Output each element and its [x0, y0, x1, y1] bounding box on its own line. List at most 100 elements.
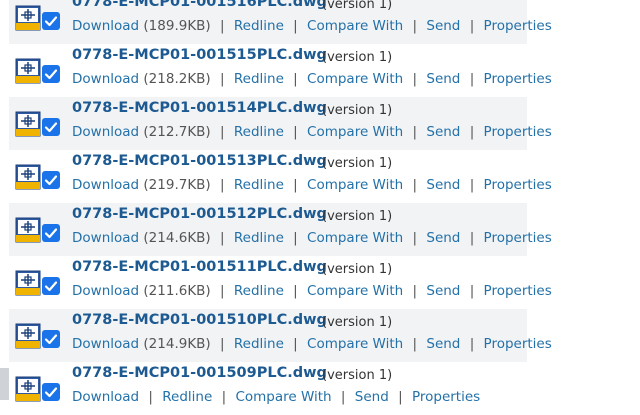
send-link[interactable]: Send	[355, 389, 389, 405]
file-size: (214.9KB)	[143, 336, 211, 352]
separator: |	[340, 389, 346, 405]
properties-link[interactable]: Properties	[484, 18, 552, 34]
download-link[interactable]: Download	[72, 230, 139, 246]
file-name-link[interactable]: 0778-E-MCP01-001516PLC.dwg	[72, 0, 327, 10]
send-link[interactable]: Send	[426, 283, 460, 299]
version-label: (version 1)	[322, 103, 393, 118]
send-link[interactable]: Send	[426, 124, 460, 140]
select-checkbox[interactable]	[42, 277, 60, 295]
redline-link[interactable]: Redline	[162, 389, 212, 405]
download-link[interactable]: Download	[72, 389, 139, 405]
file-name-link[interactable]: 0778-E-MCP01-001514PLC.dwg	[72, 100, 327, 116]
redline-link[interactable]: Redline	[234, 124, 284, 140]
separator: |	[469, 336, 475, 352]
properties-link[interactable]: Properties	[412, 389, 480, 405]
compare-with-link[interactable]: Compare With	[307, 336, 403, 352]
send-link[interactable]: Send	[426, 71, 460, 87]
file-actions: Download (214.9KB) | Redline | Compare W…	[72, 336, 552, 352]
check-icon	[44, 69, 58, 80]
compare-with-link[interactable]: Compare With	[307, 177, 403, 193]
separator: |	[412, 283, 418, 299]
redline-link[interactable]: Redline	[234, 283, 284, 299]
properties-link[interactable]: Properties	[484, 283, 552, 299]
separator: |	[293, 336, 298, 352]
dwg-file-icon	[15, 5, 41, 31]
separator: |	[148, 389, 153, 405]
version-label: (version 1)	[322, 262, 393, 277]
file-size: (212.7KB)	[143, 124, 211, 140]
file-name-link[interactable]: 0778-E-MCP01-001512PLC.dwg	[72, 206, 327, 222]
file-name-link[interactable]: 0778-E-MCP01-001513PLC.dwg	[72, 153, 327, 169]
select-checkbox[interactable]	[42, 12, 60, 30]
select-checkbox[interactable]	[42, 65, 60, 83]
separator: |	[412, 230, 418, 246]
file-name-link[interactable]: 0778-E-MCP01-001511PLC.dwg	[72, 259, 327, 275]
send-link[interactable]: Send	[426, 230, 460, 246]
dwg-file-icon	[15, 376, 41, 402]
file-actions: Download (218.2KB) | Redline | Compare W…	[72, 71, 552, 87]
send-link[interactable]: Send	[426, 336, 460, 352]
send-link[interactable]: Send	[426, 177, 460, 193]
separator: |	[469, 177, 475, 193]
download-link[interactable]: Download	[72, 336, 139, 352]
dwg-file-icon	[15, 58, 41, 84]
separator: |	[220, 71, 225, 87]
separator: |	[293, 124, 298, 140]
check-icon	[44, 175, 58, 186]
redline-link[interactable]: Redline	[234, 177, 284, 193]
redline-link[interactable]: Redline	[234, 230, 284, 246]
file-size: (211.6KB)	[143, 283, 211, 299]
compare-with-link[interactable]: Compare With	[307, 71, 403, 87]
select-checkbox[interactable]	[42, 118, 60, 136]
download-link[interactable]: Download	[72, 283, 139, 299]
file-size: (189.9KB)	[143, 18, 211, 34]
select-checkbox[interactable]	[42, 171, 60, 189]
compare-with-link[interactable]: Compare With	[307, 283, 403, 299]
compare-with-link[interactable]: Compare With	[307, 230, 403, 246]
version-label: (version 1)	[322, 209, 393, 224]
redline-link[interactable]: Redline	[234, 336, 284, 352]
separator: |	[220, 177, 225, 193]
check-icon	[44, 281, 58, 292]
separator: |	[293, 283, 298, 299]
select-checkbox[interactable]	[42, 330, 60, 348]
send-link[interactable]: Send	[426, 18, 460, 34]
dwg-file-icon	[15, 164, 41, 190]
separator: |	[220, 283, 225, 299]
redline-link[interactable]: Redline	[234, 18, 284, 34]
file-size: (214.6KB)	[143, 230, 211, 246]
check-icon	[44, 228, 58, 239]
download-link[interactable]: Download	[72, 71, 139, 87]
properties-link[interactable]: Properties	[484, 177, 552, 193]
select-checkbox[interactable]	[42, 383, 60, 401]
properties-link[interactable]: Properties	[484, 71, 552, 87]
separator: |	[412, 336, 418, 352]
properties-link[interactable]: Properties	[484, 336, 552, 352]
separator: |	[220, 18, 225, 34]
redline-link[interactable]: Redline	[234, 71, 284, 87]
properties-link[interactable]: Properties	[484, 230, 552, 246]
download-link[interactable]: Download	[72, 18, 139, 34]
file-name-link[interactable]: 0778-E-MCP01-001509PLC.dwg	[72, 365, 327, 381]
file-name-link[interactable]: 0778-E-MCP01-001510PLC.dwg	[72, 312, 327, 328]
dwg-file-icon	[15, 270, 41, 296]
file-size: (218.2KB)	[143, 71, 211, 87]
separator: |	[469, 18, 475, 34]
properties-link[interactable]: Properties	[484, 124, 552, 140]
scrollbar-thumb[interactable]	[0, 368, 9, 400]
file-actions: Download (219.7KB) | Redline | Compare W…	[72, 177, 552, 193]
check-icon	[44, 16, 58, 27]
compare-with-link[interactable]: Compare With	[235, 389, 331, 405]
check-icon	[44, 122, 58, 133]
select-checkbox[interactable]	[42, 224, 60, 242]
download-link[interactable]: Download	[72, 124, 139, 140]
separator: |	[398, 389, 403, 405]
download-link[interactable]: Download	[72, 177, 139, 193]
file-actions: Download (214.6KB) | Redline | Compare W…	[72, 230, 552, 246]
separator: |	[469, 124, 475, 140]
file-row: 0778-E-MCP01-001510PLC.dwg (version 1) D…	[9, 309, 552, 362]
file-row: 0778-E-MCP01-001513PLC.dwg (version 1) D…	[9, 150, 552, 203]
file-name-link[interactable]: 0778-E-MCP01-001515PLC.dwg	[72, 47, 327, 63]
compare-with-link[interactable]: Compare With	[307, 18, 403, 34]
compare-with-link[interactable]: Compare With	[307, 124, 403, 140]
